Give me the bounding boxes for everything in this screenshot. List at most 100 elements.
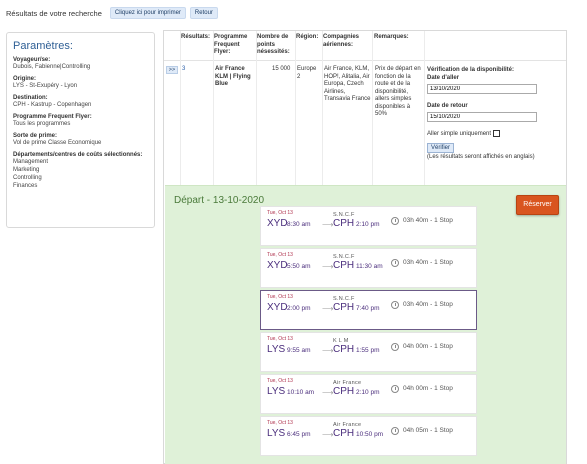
oneway-label: Aller simple uniquement bbox=[427, 131, 492, 138]
page-title: Résultats de votre recherche bbox=[6, 8, 102, 18]
arrow-right-icon: ⟶ bbox=[322, 304, 334, 313]
flight-duration: 03h 40m - 1 Stop bbox=[403, 217, 453, 224]
param-value: Controlling bbox=[13, 175, 42, 181]
flight-option-selected[interactable]: Tue, Oct 13 XYD 2:00 pm S.N.C.F ⟶ CPH 7:… bbox=[260, 290, 477, 330]
flight-arrival-time: 11:30 am bbox=[356, 263, 383, 270]
divider bbox=[322, 31, 323, 185]
verify-button[interactable]: Vérifier bbox=[427, 143, 455, 154]
flight-departure-time: 8:30 am bbox=[287, 221, 311, 228]
oneway-checkbox[interactable] bbox=[493, 130, 501, 137]
clock-icon bbox=[391, 217, 399, 225]
availability-title: Vérification de la disponibilité: bbox=[427, 67, 515, 73]
col-region: Région: bbox=[296, 34, 319, 40]
divider bbox=[424, 31, 425, 185]
flight-destination: CPH bbox=[333, 386, 355, 397]
flight-date: Tue, Oct 13 bbox=[267, 294, 293, 300]
param-origin: Origine: LYS - St-Exupéry - Lyon bbox=[13, 76, 148, 90]
parameters-title: Paramètres: bbox=[13, 40, 73, 52]
arrow-right-icon: ⟶ bbox=[322, 388, 334, 397]
flight-origin: XYD bbox=[267, 218, 288, 229]
clock-icon bbox=[391, 385, 399, 393]
flight-date: Tue, Oct 13 bbox=[267, 210, 293, 216]
table-header: Résultats: Programme Frequent Flyer: Nom… bbox=[164, 31, 566, 61]
flight-destination: CPH bbox=[333, 428, 355, 439]
col-results: Résultats: bbox=[181, 34, 211, 40]
oneway-row: Aller simple uniquement bbox=[427, 130, 565, 137]
flight-destination: CPH bbox=[333, 302, 355, 313]
divider bbox=[256, 31, 257, 185]
arrow-right-icon: ⟶ bbox=[322, 262, 334, 271]
col-points: Nombre de points nésessités: bbox=[257, 34, 290, 55]
divider bbox=[213, 31, 214, 185]
flight-arrival-time: 10:50 pm bbox=[356, 431, 384, 438]
parameters-panel: Paramètres: Voyageur/se: Dubois, Fabienn… bbox=[6, 32, 155, 228]
depart-date-label: Date d'aller bbox=[427, 75, 460, 81]
clock-icon bbox=[391, 301, 399, 309]
remarks-value: Prix de départ en fonction de la route e… bbox=[375, 66, 421, 117]
flight-option[interactable]: Tue, Oct 13 LYS 9:55 am K L M ⟶ CPH 1:55… bbox=[260, 332, 477, 372]
flight-arrival-time: 2:10 pm bbox=[356, 389, 380, 396]
param-value: Management bbox=[13, 159, 49, 165]
flight-duration: 04h 05m - 1 Stop bbox=[403, 427, 453, 434]
col-program: Programme Frequent Flyer: bbox=[214, 34, 248, 55]
results-table: Résultats: Programme Frequent Flyer: Nom… bbox=[163, 30, 567, 464]
flight-origin: XYD bbox=[267, 260, 288, 271]
flight-departure-time: 9:55 am bbox=[287, 347, 311, 354]
col-airlines: Compagnies aériennes: bbox=[323, 34, 360, 48]
param-value: Vol de prime Classe Economique bbox=[13, 140, 102, 146]
flight-option[interactable]: Tue, Oct 13 XYD 5:50 am S.N.C.F ⟶ CPH 11… bbox=[260, 248, 477, 288]
flight-date: Tue, Oct 13 bbox=[267, 252, 293, 258]
flight-departure-time: 10:10 am bbox=[287, 389, 315, 396]
flight-destination: CPH bbox=[333, 260, 355, 271]
param-value: LYS - St-Exupéry - Lyon bbox=[13, 83, 78, 89]
flight-arrival-time: 7:40 pm bbox=[356, 305, 380, 312]
clock-icon bbox=[391, 427, 399, 435]
param-value: Finances bbox=[13, 183, 38, 189]
flight-option[interactable]: Tue, Oct 13 XYD 8:30 am S.N.C.F ⟶ CPH 2:… bbox=[260, 206, 477, 246]
return-date-input[interactable] bbox=[427, 112, 537, 122]
flight-option[interactable]: Tue, Oct 13 LYS 10:10 am Air France ⟶ CP… bbox=[260, 374, 477, 414]
flight-arrival-time: 1:55 pm bbox=[356, 347, 380, 354]
flight-origin: LYS bbox=[267, 344, 286, 355]
clock-icon bbox=[391, 259, 399, 267]
arrow-right-icon: ⟶ bbox=[322, 220, 334, 229]
param-traveler: Voyageur/se: Dubois, Fabienne|Controllin… bbox=[13, 57, 148, 71]
top-bar: Résultats de votre recherche Cliquez ici… bbox=[6, 7, 222, 19]
param-departments: Départements/centres de coûts sélectionn… bbox=[13, 152, 148, 190]
flight-destination: CPH bbox=[333, 344, 355, 355]
arrow-right-icon: ⟶ bbox=[322, 346, 334, 355]
reserve-button[interactable]: Réserver bbox=[516, 195, 559, 215]
param-ff-program: Programme Frequent Flyer: Tous les progr… bbox=[13, 114, 148, 128]
param-value: Dubois, Fabienne|Controlling bbox=[13, 64, 91, 70]
return-date-label: Date de retour bbox=[427, 103, 468, 109]
region-value: Europe 2 bbox=[297, 66, 317, 80]
program-value: Air France KLM | Flying Blue bbox=[215, 66, 251, 87]
flight-destination: CPH bbox=[333, 218, 355, 229]
flight-results: Départ - 13-10-2020 Réserver Tue, Oct 13… bbox=[165, 185, 566, 464]
expand-button[interactable]: >> bbox=[166, 66, 178, 74]
arrow-right-icon: ⟶ bbox=[322, 430, 334, 439]
back-button[interactable]: Retour bbox=[189, 7, 218, 19]
param-destination: Destination: CPH - Kastrup - Copenhagen bbox=[13, 95, 148, 109]
divider bbox=[372, 31, 373, 185]
print-button[interactable]: Cliquez ici pour imprimer bbox=[109, 7, 186, 19]
flight-departure-time: 2:00 pm bbox=[287, 305, 311, 312]
clock-icon bbox=[391, 343, 399, 351]
param-value: CPH - Kastrup - Copenhagen bbox=[13, 102, 92, 108]
flight-date: Tue, Oct 13 bbox=[267, 420, 293, 426]
flight-origin: LYS bbox=[267, 386, 286, 397]
flight-duration: 04h 00m - 1 Stop bbox=[403, 343, 453, 350]
flight-date: Tue, Oct 13 bbox=[267, 378, 293, 384]
flight-duration: 03h 40m - 1 Stop bbox=[403, 301, 453, 308]
col-remarks: Remarques: bbox=[374, 34, 409, 40]
param-award-type: Sorte de prime: Vol de prime Classe Econ… bbox=[13, 133, 148, 147]
flight-duration: 03h 40m - 1 Stop bbox=[403, 259, 453, 266]
divider bbox=[180, 31, 181, 185]
flight-date: Tue, Oct 13 bbox=[267, 336, 293, 342]
flight-departure-time: 5:50 am bbox=[287, 263, 311, 270]
depart-date-input[interactable] bbox=[427, 84, 537, 94]
flight-origin: XYD bbox=[267, 302, 288, 313]
results-count-link[interactable]: 3 bbox=[182, 66, 185, 74]
param-value: Tous les programmes bbox=[13, 121, 71, 127]
flight-option[interactable]: Tue, Oct 13 LYS 6:45 pm Air France ⟶ CPH… bbox=[260, 416, 477, 456]
